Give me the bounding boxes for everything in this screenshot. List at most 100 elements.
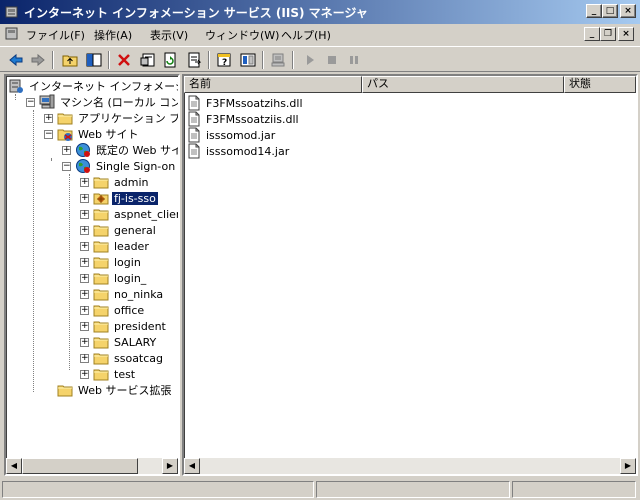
tree-node-dir-ssoatcag[interactable]: + ssoatcag [80,350,165,366]
expand-button[interactable]: + [80,257,89,267]
expand-button[interactable]: + [80,289,89,299]
file-list-item[interactable]: isssomod14.jar [186,143,289,159]
tree-node-label: SALARY [114,335,157,349]
tree-horizontal-scrollbar[interactable]: ◀ ▶ [6,458,178,474]
expand-button[interactable]: + [80,177,89,187]
tree-node-node[interactable]: − マシン名 (ローカル コンピュータ) [26,94,178,110]
child-close-button[interactable]: × [618,27,634,41]
tree-node-label: admin [114,175,149,189]
scroll-left-button[interactable]: ◀ [6,458,22,474]
tree-node-label: fj-is-sso [111,190,159,206]
tree-node-label: aspnet_client [114,207,180,221]
tree-node-label: 既定の Web サイト [96,144,178,157]
expand-button[interactable]: + [62,145,71,155]
collapse-button[interactable]: − [62,161,71,171]
tree-node-dir-admin[interactable]: + admin [80,174,150,190]
file-name: F3FMssoatziis.dll [206,112,299,126]
start-icon[interactable] [300,51,320,69]
tree-guide-line [15,94,16,100]
console-icon[interactable] [238,51,258,69]
console-window-icon[interactable] [4,27,20,41]
tree-node-dir-salary[interactable]: + SALARY [80,334,158,350]
file-list-item[interactable]: F3FMssoatzihs.dll [186,95,303,111]
tree-node-web[interactable]: − Web サイト [44,126,140,142]
back-icon[interactable] [6,51,26,69]
window-title: インターネット インフォメーション サービス (IIS) マネージャ [24,6,368,20]
tree-node-web[interactable]: + 既定の Web サイト [62,142,178,158]
details-pane[interactable]: 名前 パス 状態 F3FMssoatzihs.dll F3FMssoatziis.… [182,74,638,476]
export-list-icon[interactable] [184,51,204,69]
column-name-header[interactable]: 名前 [184,76,362,93]
tree-node-dir-president[interactable]: + president [80,318,168,334]
tree-node-dir-office[interactable]: + office [80,302,146,318]
menu-view[interactable]: 表示(V) [150,27,188,43]
refresh-icon[interactable] [160,51,180,69]
column-status-header[interactable]: 状態 [564,76,636,93]
properties-icon[interactable] [138,51,158,69]
child-restore-button[interactable]: ❐ [600,27,616,41]
tree-node-label: leader [114,239,149,253]
stop-icon[interactable] [322,51,342,69]
expand-button[interactable]: + [80,273,89,283]
scroll-right-button[interactable]: ▶ [162,458,178,474]
file-list-item[interactable]: F3FMssoatziis.dll [186,111,299,127]
tree-pane[interactable]: インターネット インフォメーション − マシン名 (ローカル コンピュータ) + アプリ… [4,74,180,476]
menu-action[interactable]: 操作(A) [94,27,132,43]
tree-node-dir-test[interactable]: + test [80,366,137,382]
tree-node-dir-aspnet-client[interactable]: + aspnet_client [80,206,180,222]
expand-button[interactable]: + [80,369,89,379]
file-list-item[interactable]: isssomod.jar [186,127,275,143]
forward-icon[interactable] [28,51,48,69]
show-hide-tree-icon[interactable] [84,51,104,69]
tree-node-web[interactable]: Web サービス拡張 [44,382,173,398]
expand-button[interactable]: + [80,241,89,251]
collapse-button[interactable]: − [26,97,35,107]
tree-node-dir-login[interactable]: + login_ [80,270,148,286]
tree-node-node[interactable]: インターネット インフォメーション [8,78,178,94]
tree-node-dir-login[interactable]: + login [80,254,143,270]
expand-button[interactable]: + [80,193,89,203]
folder-icon [93,209,109,221]
tree-node-single-sign-on[interactable]: − Single Sign-on (停止) [62,158,178,174]
expand-button[interactable]: + [80,321,89,331]
file-name: F3FMssoatzihs.dll [206,96,303,110]
expand-button[interactable]: + [80,337,89,347]
menu-help[interactable]: ヘルプ(H) [281,27,331,43]
minimize-button[interactable]: _ [586,4,602,18]
globe-icon [76,143,90,157]
folder-icon [57,113,73,125]
expand-button[interactable]: + [80,209,89,219]
title-bar[interactable]: インターネット インフォメーション サービス (IIS) マネージャ _ □ × [0,0,640,24]
expand-button[interactable]: + [80,225,89,235]
help-icon[interactable]: ? [214,51,234,69]
folder-icon [93,257,109,269]
scroll-right-button[interactable]: ▶ [620,458,636,474]
tree-node-node[interactable]: + アプリケーション プール [44,110,178,126]
tree-node-dir-leader[interactable]: + leader [80,238,151,254]
column-path-header[interactable]: パス [362,76,564,93]
expand-button[interactable]: + [80,305,89,315]
child-minimize-button[interactable]: _ [584,27,600,41]
iis-app-icon [5,6,18,18]
tree-node-dir-no-ninka[interactable]: + no_ninka [80,286,165,302]
scroll-thumb[interactable] [22,458,138,474]
pause-icon[interactable] [344,51,364,69]
up-folder-icon[interactable] [60,51,80,69]
collapse-button[interactable]: − [44,129,53,139]
delete-icon[interactable] [114,51,134,69]
computer-icon[interactable] [268,51,288,69]
expand-button[interactable]: + [80,353,89,363]
maximize-button[interactable]: □ [602,4,618,18]
scroll-left-button[interactable]: ◀ [184,458,200,474]
tree-node-dir-general[interactable]: + general [80,222,158,238]
close-button[interactable]: × [620,4,636,18]
tree-guide-line [69,174,70,370]
virtual-dir-icon [93,193,109,205]
tree-node-label: president [114,319,166,333]
list-horizontal-scrollbar[interactable]: ◀ ▶ [184,458,636,474]
tree-node-dir-fj-is-sso[interactable]: + fj-is-sso [80,190,159,206]
menu-file[interactable]: ファイル(F) [26,27,85,43]
status-panel [2,481,314,498]
menu-window[interactable]: ウィンドウ(W) [205,27,279,43]
expand-button[interactable]: + [44,113,53,123]
